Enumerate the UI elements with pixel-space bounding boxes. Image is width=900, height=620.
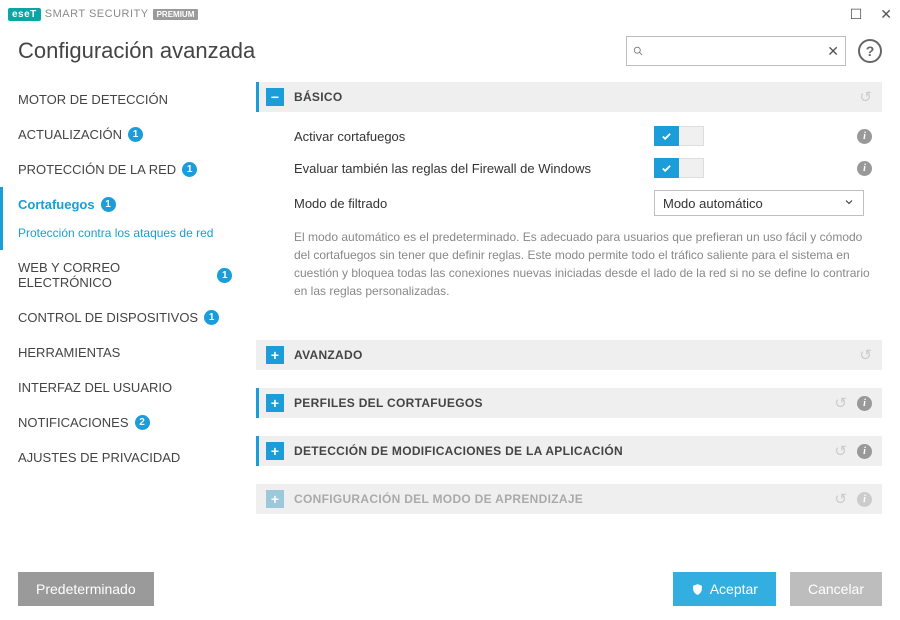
sidebar-item-label: Protección contra los ataques de red xyxy=(18,226,213,240)
cancel-button[interactable]: Cancelar xyxy=(790,572,882,606)
info-icon[interactable]: i xyxy=(857,129,872,144)
help-icon[interactable]: ? xyxy=(858,39,882,63)
info-icon[interactable]: i xyxy=(857,444,872,459)
section-basic[interactable]: − BÁSICO ↺ xyxy=(256,82,882,112)
sidebar-item-label: MOTOR DE DETECCIÓN xyxy=(18,92,168,107)
section-firewall-profiles[interactable]: + PERFILES DEL CORTAFUEGOS ↺ i xyxy=(256,388,882,418)
section-learning-mode[interactable]: + CONFIGURACIÓN DEL MODO DE APRENDIZAJE … xyxy=(256,484,882,514)
page-title: Configuración avanzada xyxy=(18,38,255,64)
content-pane: − BÁSICO ↺ Activar cortafuegos i Evaluar… xyxy=(250,82,900,582)
info-icon[interactable]: i xyxy=(857,396,872,411)
main: MOTOR DE DETECCIÓN ACTUALIZACIÓN 1 PROTE… xyxy=(0,82,900,582)
filtering-mode-select[interactable]: Modo automático xyxy=(654,190,864,216)
shield-icon xyxy=(691,583,704,596)
info-icon[interactable]: i xyxy=(857,161,872,176)
section-title: AVANZADO xyxy=(294,348,363,362)
sidebar-item-label: HERRAMIENTAS xyxy=(18,345,120,360)
sidebar-item-label: ACTUALIZACIÓN xyxy=(18,127,122,142)
sidebar: MOTOR DE DETECCIÓN ACTUALIZACIÓN 1 PROTE… xyxy=(0,82,250,582)
select-value: Modo automático xyxy=(663,196,763,211)
sidebar-subitem-network-attack[interactable]: Protección contra los ataques de red xyxy=(0,222,250,250)
check-icon xyxy=(661,131,672,142)
close-icon[interactable]: ✕ xyxy=(880,6,892,23)
undo-icon[interactable]: ↺ xyxy=(834,490,847,508)
sidebar-item-label: NOTIFICACIONES xyxy=(18,415,129,430)
accept-button[interactable]: Aceptar xyxy=(673,572,776,606)
undo-icon[interactable]: ↺ xyxy=(859,88,872,106)
search-area: ✕ ? xyxy=(626,36,882,66)
search-icon xyxy=(633,44,643,58)
maximize-icon[interactable]: ☐ xyxy=(850,6,863,23)
setting-label: Modo de filtrado xyxy=(294,196,654,211)
edition-badge: PREMIUM xyxy=(153,9,199,20)
setting-enable-firewall: Activar cortafuegos i xyxy=(256,120,882,152)
sidebar-item-device-control[interactable]: CONTROL DE DISPOSITIVOS 1 xyxy=(0,300,250,335)
collapse-icon[interactable]: − xyxy=(266,88,284,106)
expand-icon[interactable]: + xyxy=(266,394,284,412)
sidebar-item-firewall[interactable]: Cortafuegos 1 xyxy=(0,187,250,222)
header: Configuración avanzada ✕ ? xyxy=(0,28,900,82)
undo-icon[interactable]: ↺ xyxy=(859,346,872,364)
badge-icon: 1 xyxy=(101,197,116,212)
section-title: DETECCIÓN DE MODIFICACIONES DE LA APLICA… xyxy=(294,444,623,458)
expand-icon[interactable]: + xyxy=(266,442,284,460)
sidebar-item-label: INTERFAZ DEL USUARIO xyxy=(18,380,172,395)
badge-icon: 1 xyxy=(217,268,232,283)
check-icon xyxy=(661,163,672,174)
setting-filtering-mode: Modo de filtrado Modo automático xyxy=(256,184,882,222)
expand-icon[interactable]: + xyxy=(266,346,284,364)
titlebar: eseT SMART SECURITY PREMIUM ☐ ✕ xyxy=(0,0,900,28)
product-name: SMART SECURITY xyxy=(45,8,149,20)
sidebar-item-label: PROTECCIÓN DE LA RED xyxy=(18,162,176,177)
toggle-windows-firewall-rules[interactable] xyxy=(654,158,704,178)
sidebar-item-network-protection[interactable]: PROTECCIÓN DE LA RED 1 xyxy=(0,152,250,187)
sidebar-item-ui[interactable]: INTERFAZ DEL USUARIO xyxy=(0,370,250,405)
badge-icon: 1 xyxy=(128,127,143,142)
sidebar-item-label: CONTROL DE DISPOSITIVOS xyxy=(18,310,198,325)
badge-icon: 2 xyxy=(135,415,150,430)
search-input[interactable] xyxy=(643,44,827,59)
default-button[interactable]: Predeterminado xyxy=(18,572,154,606)
section-title: CONFIGURACIÓN DEL MODO DE APRENDIZAJE xyxy=(294,492,583,506)
filtering-mode-description: El modo automático es el predeterminado.… xyxy=(256,222,882,316)
setting-windows-firewall-rules: Evaluar también las reglas del Firewall … xyxy=(256,152,882,184)
sidebar-item-update[interactable]: ACTUALIZACIÓN 1 xyxy=(0,117,250,152)
app-logo: eseT SMART SECURITY PREMIUM xyxy=(8,8,198,21)
sidebar-item-tools[interactable]: HERRAMIENTAS xyxy=(0,335,250,370)
footer: Predeterminado Aceptar Cancelar xyxy=(0,558,900,620)
sidebar-item-notifications[interactable]: NOTIFICACIONES 2 xyxy=(0,405,250,440)
badge-icon: 1 xyxy=(204,310,219,325)
section-advanced[interactable]: + AVANZADO ↺ xyxy=(256,340,882,370)
section-title: PERFILES DEL CORTAFUEGOS xyxy=(294,396,483,410)
undo-icon[interactable]: ↺ xyxy=(834,442,847,460)
button-label: Aceptar xyxy=(710,581,758,597)
toggle-enable-firewall[interactable] xyxy=(654,126,704,146)
brand-badge: eseT xyxy=(8,8,41,21)
section-app-modification[interactable]: + DETECCIÓN DE MODIFICACIONES DE LA APLI… xyxy=(256,436,882,466)
button-label: Predeterminado xyxy=(36,581,136,597)
badge-icon: 1 xyxy=(182,162,197,177)
chevron-down-icon xyxy=(843,196,855,211)
sidebar-item-privacy[interactable]: AJUSTES DE PRIVACIDAD xyxy=(0,440,250,475)
sidebar-item-label: WEB Y CORREO ELECTRÓNICO xyxy=(18,260,211,290)
setting-label: Activar cortafuegos xyxy=(294,129,654,144)
search-box[interactable]: ✕ xyxy=(626,36,846,66)
window-controls: ☐ ✕ xyxy=(850,6,892,23)
clear-search-icon[interactable]: ✕ xyxy=(827,43,839,60)
setting-label: Evaluar también las reglas del Firewall … xyxy=(294,161,654,176)
sidebar-item-detection-engine[interactable]: MOTOR DE DETECCIÓN xyxy=(0,82,250,117)
undo-icon[interactable]: ↺ xyxy=(834,394,847,412)
info-icon[interactable]: i xyxy=(857,492,872,507)
expand-icon[interactable]: + xyxy=(266,490,284,508)
section-title: BÁSICO xyxy=(294,90,342,104)
button-label: Cancelar xyxy=(808,581,864,597)
sidebar-item-web-email[interactable]: WEB Y CORREO ELECTRÓNICO 1 xyxy=(0,250,250,300)
sidebar-item-label: AJUSTES DE PRIVACIDAD xyxy=(18,450,180,465)
sidebar-item-label: Cortafuegos xyxy=(18,197,95,212)
